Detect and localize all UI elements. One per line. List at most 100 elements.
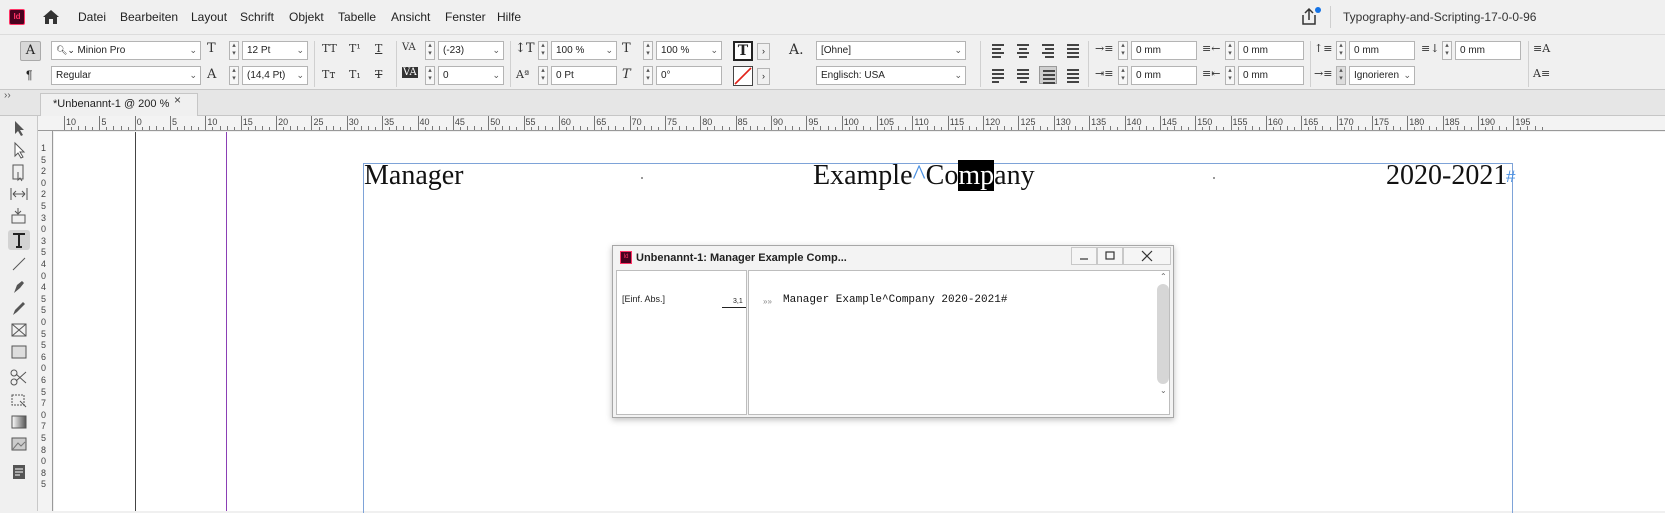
menu-fenster[interactable]: Fenster <box>445 10 486 24</box>
horizontal-scale-field[interactable]: 100 % ⌄ <box>656 41 722 60</box>
close-icon[interactable]: × <box>174 93 181 107</box>
chevron-right-icon[interactable]: › <box>757 68 770 85</box>
baseline-shift-field[interactable]: 0 Pt <box>551 66 617 85</box>
vertical-scale-stepper[interactable]: ▴ ▾ <box>538 41 548 60</box>
align-center-icon[interactable] <box>1014 41 1032 59</box>
gap-tool-icon[interactable] <box>8 184 30 204</box>
menu-objekt[interactable]: Objekt <box>289 10 324 24</box>
grid-align-stepper[interactable]: ▴ ▾ <box>1336 66 1346 85</box>
minimize-button[interactable] <box>1071 247 1097 265</box>
pencil-tool-icon[interactable] <box>8 298 30 318</box>
space-before-stepper[interactable]: ▴ ▾ <box>1336 41 1346 60</box>
skew-field[interactable]: 0° <box>656 66 722 85</box>
align-towards-spine-icon[interactable] <box>1064 41 1082 59</box>
character-mode-icon[interactable]: A <box>20 41 41 61</box>
drop-cap-icon[interactable]: ≡A <box>1533 42 1550 55</box>
strikethrough-icon[interactable]: T <box>375 68 382 81</box>
horizontal-scale-stepper[interactable]: ▴ ▾ <box>643 41 653 60</box>
skew-stepper[interactable]: ▴ ▾ <box>643 66 653 85</box>
chevron-up-icon[interactable]: ⌃ <box>1160 272 1167 281</box>
menu-ansicht[interactable]: Ansicht <box>391 10 430 24</box>
align-right-icon[interactable] <box>1039 41 1057 59</box>
rectangle-tool-icon[interactable] <box>8 342 30 362</box>
pen-tool-icon[interactable] <box>8 276 30 296</box>
justify-center-icon[interactable] <box>1014 66 1032 84</box>
language-field[interactable]: Englisch: USA ⌄ <box>816 66 966 85</box>
right-indent-stepper[interactable]: ▴ ▾ <box>1225 41 1235 60</box>
chevron-down-icon[interactable]: ⌄ <box>605 42 613 59</box>
content-collector-icon[interactable] <box>8 206 30 226</box>
chevron-down-icon[interactable]: ⌄ <box>492 42 500 59</box>
left-indent-field[interactable]: 0 mm <box>1131 41 1197 60</box>
small-caps-icon[interactable]: Tт <box>322 68 335 81</box>
paragraph-mode-icon[interactable]: ¶ <box>26 68 32 82</box>
leading-field[interactable]: (14,4 Pt) ⌄ <box>242 66 308 85</box>
fill-color-icon[interactable]: T <box>733 41 753 61</box>
kerning-stepper[interactable]: ▴ ▾ <box>425 41 435 60</box>
justify-all-icon[interactable] <box>1039 66 1057 84</box>
stroke-color-icon[interactable] <box>733 66 753 86</box>
last-line-indent-field[interactable]: 0 mm <box>1238 66 1304 85</box>
free-transform-tool-icon[interactable] <box>8 390 30 410</box>
superscript-icon[interactable]: T¹ <box>349 42 361 55</box>
story-text-area[interactable]: »» Manager Example^Company 2020-2021# <box>748 270 1170 415</box>
chevron-down-icon[interactable]: ⌄ <box>492 67 500 84</box>
type-tool-icon[interactable] <box>8 230 30 250</box>
note-tool-icon[interactable] <box>8 462 30 482</box>
horizontal-ruler[interactable]: 10 5 0 5 10 15 20 25 30 35 40 45 50 55 60 65 70 75 80 85 90 9… <box>38 116 1665 131</box>
text-example-company[interactable]: Example^Company <box>813 160 1035 192</box>
left-indent-stepper[interactable]: ▴ ▾ <box>1118 41 1128 60</box>
font-size-stepper[interactable]: ▴ ▾ <box>229 41 239 60</box>
chevron-down-icon[interactable]: ⌄ <box>954 67 962 84</box>
menu-datei[interactable]: Datei <box>78 10 106 24</box>
chevron-right-icon[interactable]: › <box>757 43 770 60</box>
menu-bearbeiten[interactable]: Bearbeiten <box>120 10 178 24</box>
chevron-down-icon[interactable]: ⌄ <box>954 42 962 59</box>
chevron-down-icon[interactable]: ⌄ <box>189 42 197 59</box>
gradient-tool-icon[interactable] <box>8 412 30 432</box>
line-tool-icon[interactable] <box>8 254 30 274</box>
direct-selection-tool-icon[interactable] <box>8 140 30 160</box>
all-caps-icon[interactable]: TT <box>322 42 337 55</box>
first-line-indent-field[interactable]: 0 mm <box>1131 66 1197 85</box>
justify-left-icon[interactable] <box>989 66 1007 84</box>
text-year-range[interactable]: 2020-2021 <box>1386 160 1507 192</box>
grid-align-field[interactable]: Ignorieren ⌄ <box>1349 66 1415 85</box>
story-editor-window[interactable]: Id Unbenannt-1: Manager Example Comp... … <box>612 245 1174 418</box>
baseline-shift-stepper[interactable]: ▴ ▾ <box>538 66 548 85</box>
font-size-field[interactable]: 12 Pt ⌄ <box>242 41 308 60</box>
first-line-indent-stepper[interactable]: ▴ ▾ <box>1118 66 1128 85</box>
chevron-down-icon[interactable]: ⌄ <box>296 67 304 84</box>
chevron-down-icon[interactable]: ⌄ <box>1403 67 1411 84</box>
menu-tabelle[interactable]: Tabelle <box>338 10 376 24</box>
space-after-stepper[interactable]: ▴ ▾ <box>1442 41 1452 60</box>
subscript-icon[interactable]: T₁ <box>349 68 361 81</box>
space-after-field[interactable]: 0 mm <box>1455 41 1521 60</box>
maximize-button[interactable] <box>1097 247 1123 265</box>
tracking-stepper[interactable]: ▴ ▾ <box>425 66 435 85</box>
chevron-down-icon[interactable]: ⌄ <box>1160 386 1167 395</box>
menu-hilfe[interactable]: Hilfe <box>497 10 521 24</box>
kerning-field[interactable]: (-23) ⌄ <box>438 41 504 60</box>
selection-tool-icon[interactable] <box>8 118 30 138</box>
underline-icon[interactable]: T <box>375 42 382 55</box>
close-button[interactable] <box>1123 247 1171 265</box>
menu-schrift[interactable]: Schrift <box>240 10 274 24</box>
right-indent-field[interactable]: 0 mm <box>1238 41 1304 60</box>
panel-collapse-icon[interactable]: ›› <box>4 90 11 101</box>
home-icon[interactable] <box>40 7 62 27</box>
drop-cap-lines-icon[interactable]: A≡ <box>1533 67 1550 80</box>
space-before-field[interactable]: 0 mm <box>1349 41 1415 60</box>
scrollbar[interactable] <box>1157 284 1169 384</box>
image-placeholder-icon[interactable] <box>8 434 30 454</box>
align-away-spine-icon[interactable] <box>1064 66 1082 84</box>
character-style-field[interactable]: [Ohne] ⌄ <box>816 41 966 60</box>
align-left-icon[interactable] <box>989 41 1007 59</box>
chevron-down-icon[interactable]: ⌄ <box>296 42 304 59</box>
vertical-ruler[interactable]: 152025303540455055606570758085 <box>38 131 53 511</box>
scissors-tool-icon[interactable] <box>8 368 30 388</box>
chevron-down-icon[interactable]: ⌄ <box>710 42 718 59</box>
menu-layout[interactable]: Layout <box>191 10 227 24</box>
chevron-down-icon[interactable]: ⌄ <box>189 67 197 84</box>
rectangle-frame-tool-icon[interactable] <box>8 320 30 340</box>
